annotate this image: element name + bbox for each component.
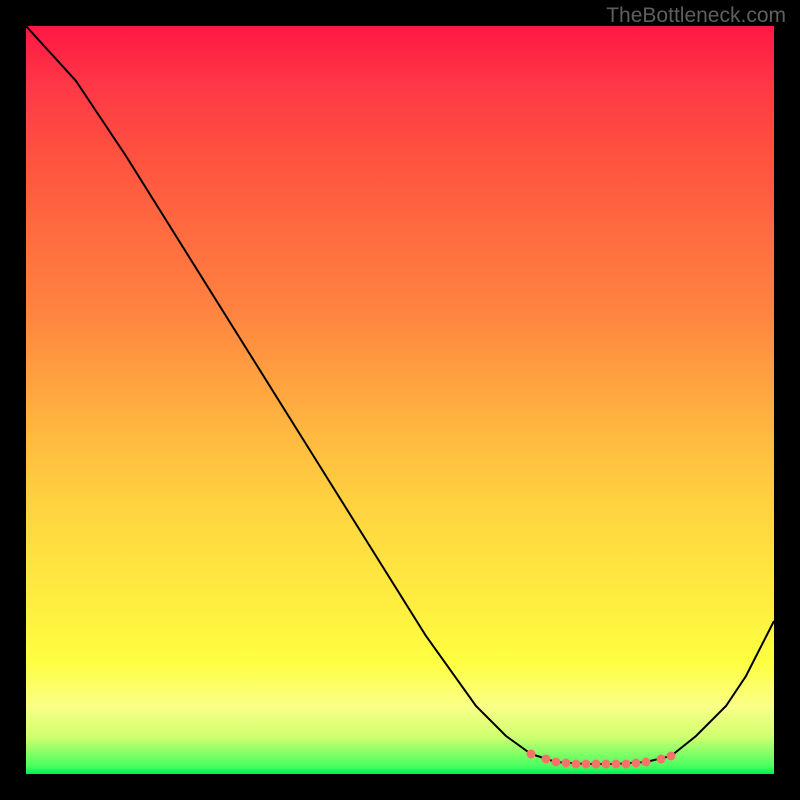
- highlight-dot: [562, 759, 570, 767]
- highlight-dot: [642, 758, 650, 766]
- highlight-dot: [572, 760, 580, 768]
- highlight-dot: [527, 750, 535, 758]
- highlight-dot: [552, 758, 560, 766]
- highlight-dot: [622, 760, 630, 768]
- highlight-dot: [657, 755, 665, 763]
- highlight-dot: [612, 760, 620, 768]
- bottleneck-curve: [26, 26, 774, 764]
- chart-curve: [26, 26, 774, 774]
- highlight-dot: [602, 760, 610, 768]
- highlight-dot: [592, 760, 600, 768]
- highlight-dot: [542, 755, 550, 763]
- highlight-dot: [667, 752, 675, 760]
- chart-plot-area: [26, 26, 774, 774]
- attribution-text: TheBottleneck.com: [606, 4, 786, 28]
- highlight-dot: [582, 760, 590, 768]
- highlight-dot: [632, 759, 640, 767]
- highlight-dots-group: [527, 750, 675, 768]
